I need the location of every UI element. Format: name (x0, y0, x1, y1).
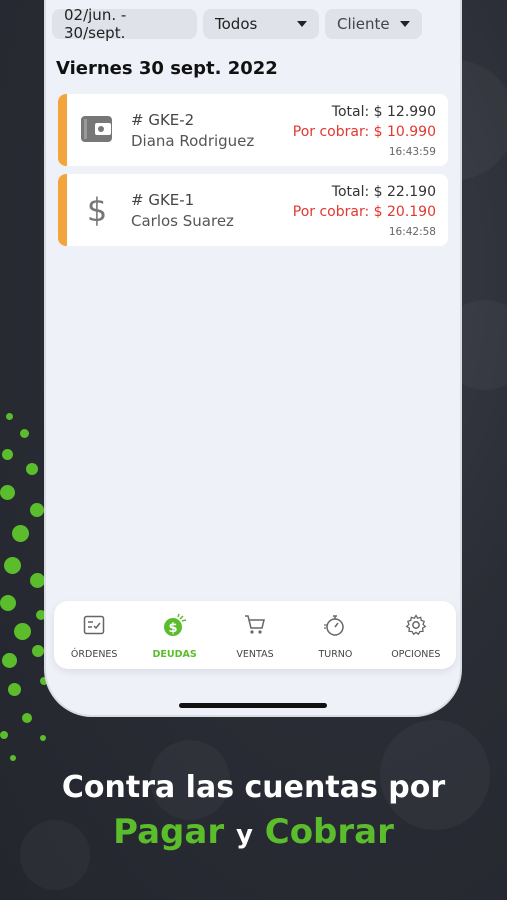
status-filter-select[interactable]: Todos (203, 9, 319, 39)
client-name: Carlos Suarez (131, 212, 234, 230)
pending-amount: Por cobrar: $ 10.990 (292, 124, 436, 140)
stopwatch-icon (324, 615, 345, 636)
order-time: 16:43:59 (388, 146, 436, 158)
svg-text:$: $ (87, 192, 107, 226)
bottom-tab-bar: ÓRDENES $ DEUDAS VENTAS TURNO OPCIONES (54, 601, 456, 669)
caption-word-and: y (235, 820, 253, 850)
debts-icon: $ (163, 613, 186, 636)
promo-caption-line2: Pagar y Cobrar (0, 812, 507, 852)
order-card[interactable]: # GKE-2 Diana Rodriguez Total: $ 12.990 … (58, 94, 448, 166)
pending-amount: Por cobrar: $ 20.190 (292, 204, 436, 220)
wallet-icon (81, 116, 112, 142)
status-bar (58, 94, 67, 166)
dollar-icon: $ (87, 192, 107, 226)
chevron-down-icon (297, 21, 307, 27)
orders-icon (83, 615, 105, 635)
tab-label: ÓRDENES (70, 649, 118, 660)
client-filter-label: Cliente (337, 15, 390, 33)
tab-ventas[interactable]: VENTAS (215, 601, 295, 669)
cart-icon (245, 615, 265, 634)
tab-label: OPCIONES (391, 649, 441, 660)
order-card[interactable]: $ # GKE-1 Carlos Suarez Total: $ 22.190 … (58, 174, 448, 246)
date-header: Viernes 30 sept. 2022 (56, 58, 278, 79)
date-range-filter[interactable]: 02/jun. - 30/sept. (52, 6, 197, 42)
promo-caption-line1: Contra las cuentas por (61, 770, 446, 805)
tab-label: VENTAS (236, 649, 274, 660)
tab-deudas[interactable]: $ DEUDAS (134, 601, 214, 669)
order-time: 16:42:58 (388, 226, 436, 238)
order-code: # GKE-1 (131, 191, 195, 209)
tab-label: TURNO (318, 649, 353, 660)
tab-ordenes[interactable]: ÓRDENES (54, 601, 134, 669)
order-total: Total: $ 22.190 (331, 184, 436, 200)
gear-icon (405, 614, 427, 636)
client-filter-select[interactable]: Cliente (325, 9, 422, 39)
caption-word-collect: Cobrar (264, 812, 394, 852)
caption-word-pay: Pagar (113, 812, 225, 852)
tab-turno[interactable]: TURNO (295, 601, 375, 669)
svg-text:$: $ (168, 621, 177, 636)
home-indicator[interactable] (179, 703, 327, 708)
chevron-down-icon (400, 21, 410, 27)
phone-screen: 02/jun. - 30/sept. Todos Cliente Viernes… (46, 0, 460, 715)
order-total: Total: $ 12.990 (331, 104, 436, 120)
tab-label: DEUDAS (152, 649, 197, 660)
client-name: Diana Rodriguez (131, 132, 255, 150)
order-code: # GKE-2 (131, 111, 195, 129)
status-bar (58, 174, 67, 246)
tab-opciones[interactable]: OPCIONES (376, 601, 456, 669)
filter-bar: 02/jun. - 30/sept. Todos Cliente (52, 6, 422, 42)
status-filter-label: Todos (215, 15, 258, 33)
date-range-label: 02/jun. - 30/sept. (64, 6, 127, 42)
